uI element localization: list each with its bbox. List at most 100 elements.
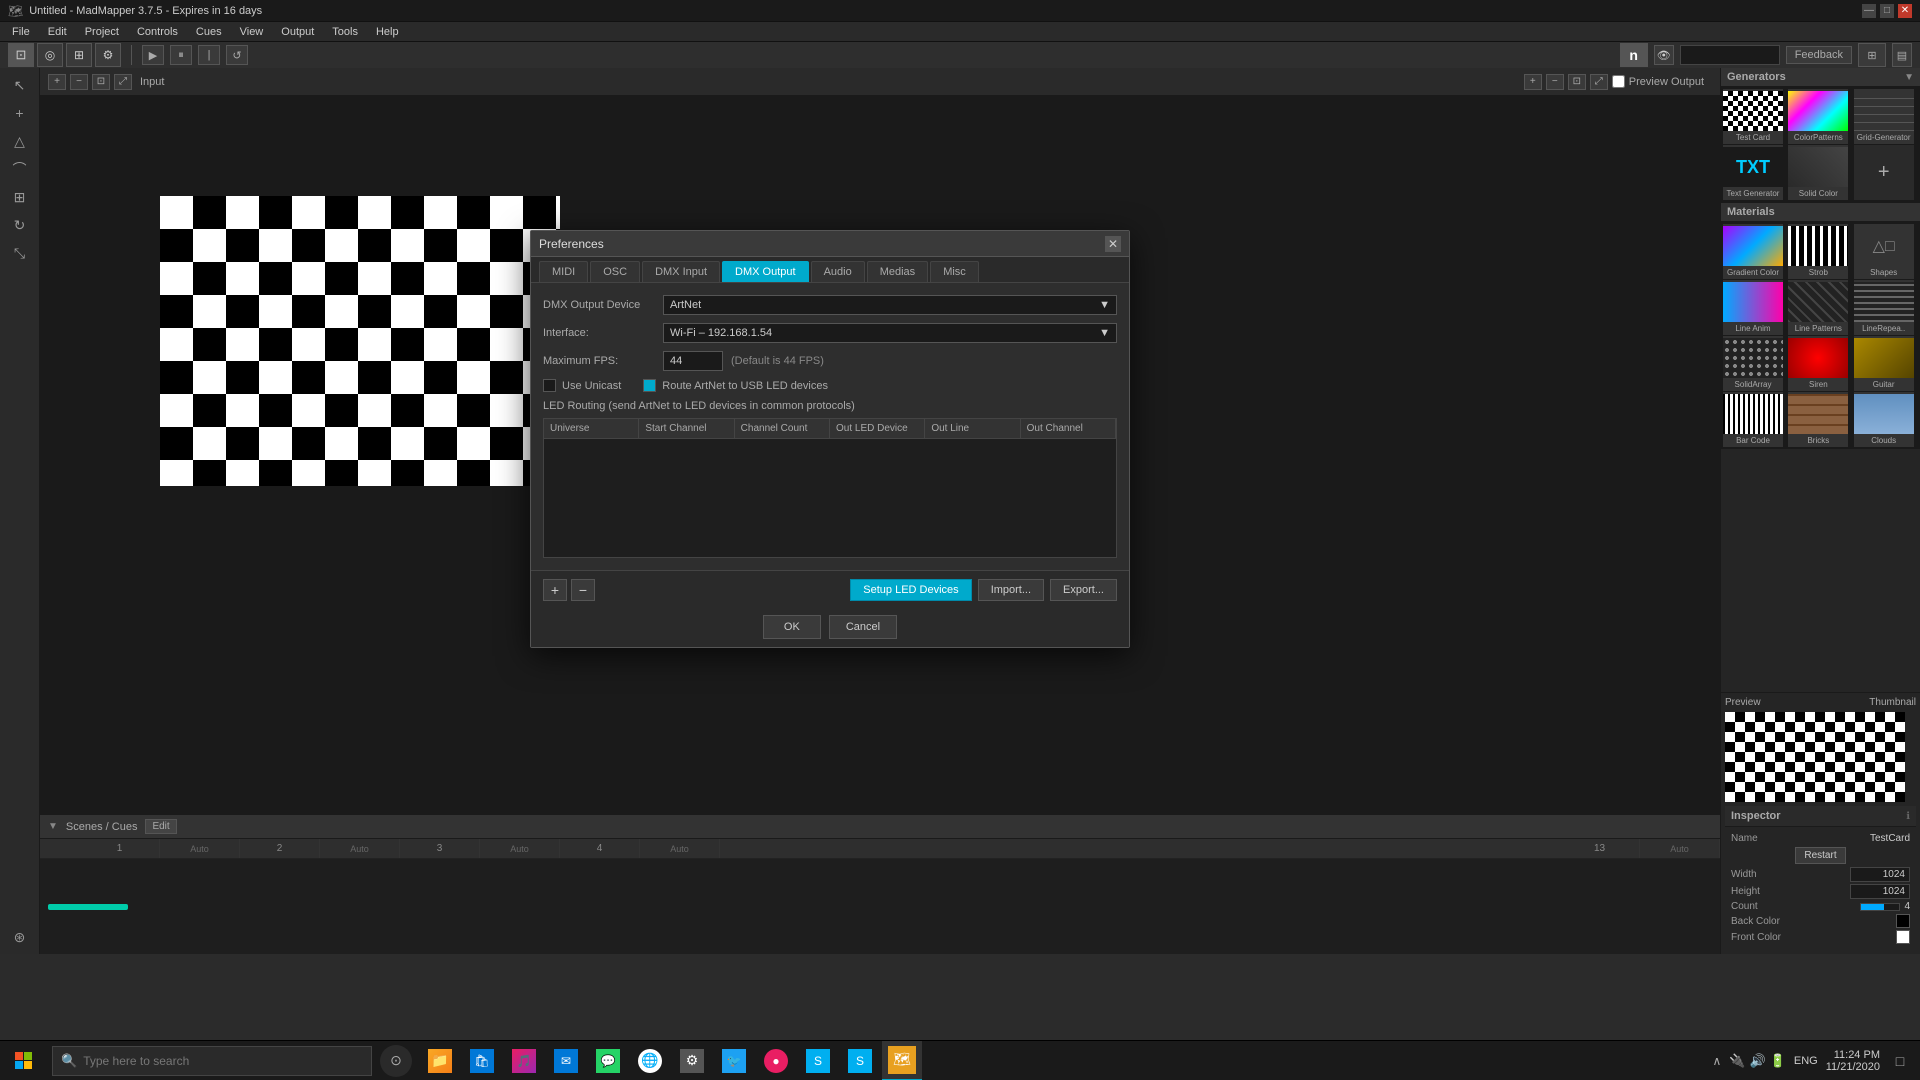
gen-colorpatterns[interactable]: ColorPatterns <box>1788 89 1848 144</box>
output-fit[interactable]: ⊡ <box>1568 74 1586 90</box>
notifications-button[interactable]: □ <box>1888 1049 1912 1073</box>
menu-edit[interactable]: Edit <box>40 24 75 40</box>
fit-canvas[interactable]: ⊡ <box>92 74 110 90</box>
eye-button[interactable]: 👁 <box>1654 45 1674 65</box>
tool-circle[interactable]: ◎ <box>37 43 63 67</box>
edit-button[interactable]: Edit <box>145 819 176 834</box>
width-input[interactable] <box>1850 867 1910 882</box>
add-generator-button[interactable]: + <box>1854 145 1914 200</box>
device-selector[interactable] <box>1680 45 1780 65</box>
fps-input[interactable] <box>663 351 723 371</box>
mat-solid-array[interactable]: SolidArray <box>1723 336 1783 391</box>
taskbar-store[interactable]: 🛍 <box>462 1041 502 1080</box>
preview-output-checkbox[interactable] <box>1612 75 1625 88</box>
sidebar-bezier[interactable]: ⌒ <box>5 156 35 182</box>
output-expand[interactable]: ⤢ <box>1590 74 1608 90</box>
taskbar-bird[interactable]: 🐦 <box>714 1041 754 1080</box>
gen-textgenerator[interactable]: TXT Text Generator <box>1723 145 1783 200</box>
dmx-device-select[interactable]: ArtNet ▼ <box>663 295 1117 315</box>
output-add[interactable]: + <box>1524 74 1542 90</box>
gen-solidcolor[interactable]: Solid Color <box>1788 145 1848 200</box>
tab-midi[interactable]: MIDI <box>539 261 588 282</box>
add-row-button[interactable]: + <box>543 579 567 601</box>
menu-view[interactable]: View <box>232 24 272 40</box>
menu-file[interactable]: File <box>4 24 38 40</box>
start-button[interactable] <box>0 1041 48 1080</box>
tab-dmx-output[interactable]: DMX Output <box>722 261 809 282</box>
expand-canvas[interactable]: ⤢ <box>114 74 132 90</box>
unicast-checkbox[interactable] <box>543 379 556 392</box>
menu-project[interactable]: Project <box>77 24 127 40</box>
tab-audio[interactable]: Audio <box>811 261 865 282</box>
feedback-button[interactable]: Feedback <box>1786 46 1852 64</box>
sidebar-cursor[interactable]: ↖ <box>5 72 35 98</box>
ok-button[interactable]: OK <box>763 615 821 639</box>
remove-canvas[interactable]: − <box>70 74 88 90</box>
menu-output[interactable]: Output <box>273 24 322 40</box>
mat-bricks[interactable]: Bricks <box>1788 392 1848 447</box>
mat-clouds[interactable]: Clouds <box>1854 392 1914 447</box>
sidebar-scale[interactable]: ⤡ <box>5 240 35 266</box>
mat-line-repeat[interactable]: LineRepea.. <box>1854 280 1914 335</box>
menu-tools[interactable]: Tools <box>324 24 366 40</box>
mat-strob[interactable]: Strob <box>1788 224 1848 279</box>
mat-siren[interactable]: Siren <box>1788 336 1848 391</box>
sidebar-rotate[interactable]: ↻ <box>5 212 35 238</box>
height-input[interactable] <box>1850 884 1910 899</box>
taskbar-skype-1[interactable]: S <box>798 1041 838 1080</box>
gen-testcard[interactable]: Test Card <box>1723 89 1783 144</box>
taskbar-mail[interactable]: ✉ <box>546 1041 586 1080</box>
mat-line-patterns[interactable]: Line Patterns <box>1788 280 1848 335</box>
stop-button[interactable]: | <box>198 45 220 65</box>
tool-settings[interactable]: ⚙ <box>95 43 121 67</box>
taskbar-search-box[interactable]: 🔍 Type here to search <box>52 1046 372 1076</box>
play-button[interactable]: ▶ <box>142 45 164 65</box>
cortana-button[interactable]: ⊙ <box>380 1045 412 1077</box>
gen-gridgenerator[interactable]: Grid-Generator <box>1854 89 1914 144</box>
tab-misc[interactable]: Misc <box>930 261 979 282</box>
tool-grid[interactable]: ⊞ <box>66 43 92 67</box>
add-canvas[interactable]: + <box>48 74 66 90</box>
export-button[interactable]: Export... <box>1050 579 1117 601</box>
clock[interactable]: 11:24 PM 11/21/2020 <box>1826 1049 1880 1073</box>
route-artnet-checkbox[interactable] <box>643 379 656 392</box>
mat-line-anim[interactable]: Line Anim <box>1723 280 1783 335</box>
maximize-button[interactable]: □ <box>1880 4 1894 18</box>
modal-close-button[interactable]: ✕ <box>1105 236 1121 252</box>
sidebar-add[interactable]: + <box>5 100 35 126</box>
mat-shapes[interactable]: △□ Shapes <box>1854 224 1914 279</box>
output-minus[interactable]: − <box>1546 74 1564 90</box>
setup-led-button[interactable]: Setup LED Devices <box>850 579 971 601</box>
chevron-up-icon[interactable]: ∧ <box>1713 1054 1722 1068</box>
taskbar-music[interactable]: 🎵 <box>504 1041 544 1080</box>
pause-button[interactable]: ⏸ <box>170 45 192 65</box>
import-button[interactable]: Import... <box>978 579 1044 601</box>
sidebar-output[interactable]: ⊛ <box>5 924 35 950</box>
taskbar-skype-2[interactable]: S <box>840 1041 880 1080</box>
tool-select[interactable]: ⊡ <box>8 43 34 67</box>
minimize-button[interactable]: — <box>1862 4 1876 18</box>
taskbar-whatsapp[interactable]: 💬 <box>588 1041 628 1080</box>
titlebar-controls[interactable]: — □ ✕ <box>1862 4 1912 18</box>
taskbar-settings[interactable]: ⚙ <box>672 1041 712 1080</box>
taskbar-app-circle[interactable]: ● <box>756 1041 796 1080</box>
taskbar-chrome[interactable]: 🌐 <box>630 1041 670 1080</box>
cancel-button[interactable]: Cancel <box>829 615 897 639</box>
interface-select[interactable]: Wi-Fi – 192.168.1.54 ▼ <box>663 323 1117 343</box>
sidebar-grid[interactable]: ⊞ <box>5 184 35 210</box>
tab-medias[interactable]: Medias <box>867 261 928 282</box>
taskbar-madmapper[interactable]: 🗺 <box>882 1041 922 1080</box>
panel-icon[interactable]: ▤ <box>1892 43 1912 67</box>
taskbar-explorer[interactable]: 📁 <box>420 1041 460 1080</box>
front-color-swatch[interactable] <box>1896 930 1910 944</box>
tab-osc[interactable]: OSC <box>590 261 640 282</box>
mat-guitar[interactable]: Guitar <box>1854 336 1914 391</box>
mat-barcode[interactable]: Bar Code <box>1723 392 1783 447</box>
tab-dmx-input[interactable]: DMX Input <box>642 261 720 282</box>
remove-row-button[interactable]: − <box>571 579 595 601</box>
menu-cues[interactable]: Cues <box>188 24 230 40</box>
menu-help[interactable]: Help <box>368 24 407 40</box>
close-button[interactable]: ✕ <box>1898 4 1912 18</box>
mat-gradient-color[interactable]: Gradient Color <box>1723 224 1783 279</box>
collapse-icon[interactable]: ▼ <box>48 821 58 832</box>
